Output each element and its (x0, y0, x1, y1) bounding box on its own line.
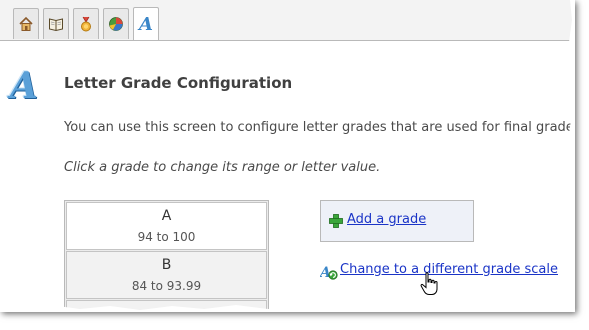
screenshot-frame: A A Letter Grade Configuration You can u… (0, 0, 575, 312)
tab-letter-grades[interactable]: A (133, 7, 159, 40)
grade-range: 84 to 93.99 (131, 279, 202, 293)
torn-edge-right (568, 0, 575, 312)
grade-table: A 94 to 100 B 84 to 93.99 (64, 200, 269, 312)
book-icon (49, 18, 63, 32)
grade-row[interactable]: A 94 to 100 (66, 202, 267, 250)
plus-icon (329, 214, 343, 228)
page-description: You can use this screen to configure let… (64, 120, 575, 135)
grade-letter: B (161, 257, 172, 273)
grade-letter: A (161, 208, 172, 224)
grade-scale-change-icon: A (320, 265, 338, 280)
page-title: Letter Grade Configuration (64, 74, 293, 92)
home-icon (19, 16, 33, 31)
add-grade-link[interactable]: Add a grade (347, 212, 426, 227)
pie-chart-icon (109, 17, 123, 31)
grade-row[interactable]: B 84 to 93.99 (66, 251, 267, 299)
tab-book[interactable] (43, 8, 69, 39)
page-instruction: Click a grade to change its range or let… (64, 160, 381, 175)
grade-range: 94 to 100 (137, 230, 196, 244)
tab-strip: A (0, 0, 575, 41)
medal-icon (81, 16, 91, 32)
change-grade-scale-link[interactable]: Change to a different grade scale (340, 262, 558, 277)
tab-home[interactable] (13, 8, 39, 39)
torn-edge-bottom (0, 305, 575, 312)
letter-grade-logo-icon: A (10, 65, 38, 107)
hand-cursor-icon (420, 272, 438, 295)
add-grade-panel: Add a grade (320, 200, 474, 242)
tab-medal[interactable] (73, 8, 99, 39)
tab-pie-chart[interactable] (103, 8, 129, 39)
letter-a-icon: A (139, 13, 153, 35)
